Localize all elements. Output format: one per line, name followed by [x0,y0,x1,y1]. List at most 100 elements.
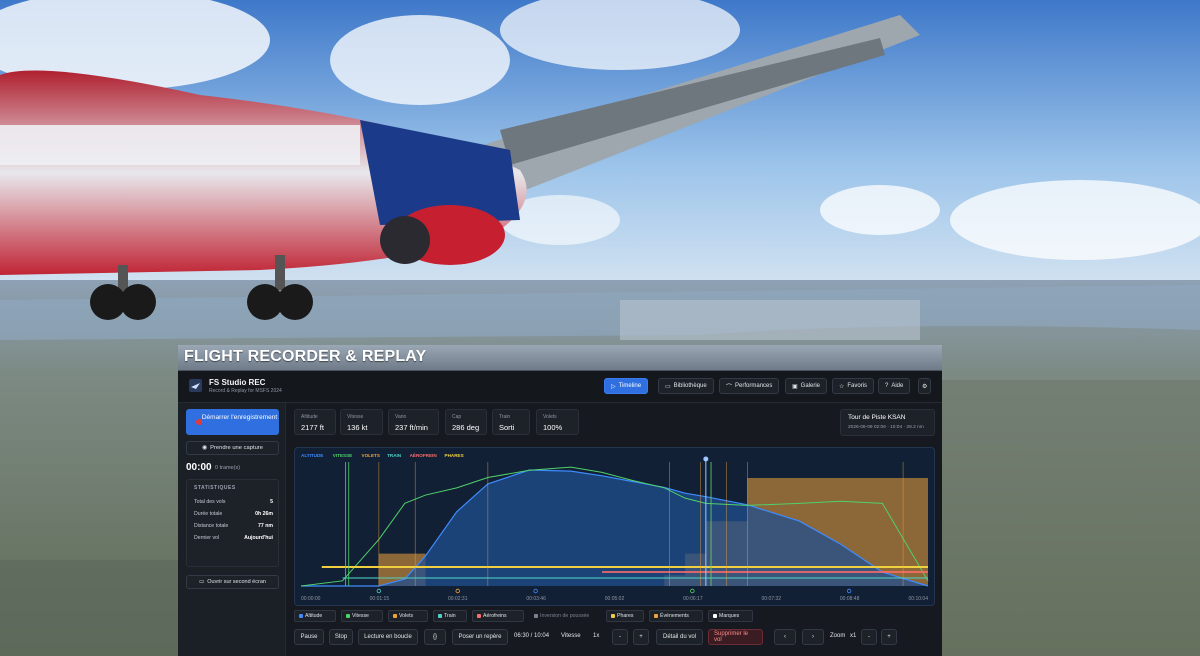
camera-icon: ◉ [202,445,208,451]
stat-value: Aujourd'hui [244,535,273,541]
legend-item: VOLETS [362,453,380,458]
minus-label: - [619,634,621,640]
legend-item: VITESSE [333,453,352,458]
title-banner: FLIGHT RECORDER & REPLAY [178,345,942,371]
playback-time: 06:30 / 10:04 [514,633,550,639]
tab-favoris[interactable]: ☆ Favoris [832,378,875,394]
flight-detail-button[interactable]: Détail du vol [656,629,703,645]
stat-value: 0h 26m [255,511,273,517]
layer-toggle[interactable]: Aérofreins [472,610,524,622]
loop-button[interactable]: Lecture en boucle [358,629,418,645]
stat-row: Dernier vol Aujourd'hui [194,535,273,541]
event-marker [690,588,695,594]
event-marker [846,588,852,594]
flight-detail-label: Détail du vol [662,634,697,640]
loop-label: Lecture en boucle [364,634,412,640]
metric-volets: Volets 100% [536,409,579,435]
stat-row: Distance totale 77 nm [194,523,273,529]
layer-label: Phares [617,613,634,619]
stat-label: Total des vols [194,499,226,505]
metric-value: 286 deg [452,423,480,432]
stats-panel: STATISTIQUES Total des vols 5 Durée tota… [186,479,279,567]
metric-vario: Vario 237 ft/min [388,409,439,435]
pause-button[interactable]: Pause [294,629,324,645]
capture-button[interactable]: ◉ Prendre une capture [186,441,279,455]
metric-value: Sorti [499,423,515,432]
zoom-minus-label: - [868,634,870,640]
prev-label: ‹ [784,634,786,640]
second-screen-label: Ouvrir sur second écran [207,579,266,585]
layer-swatch [346,614,350,618]
layer-swatch [654,614,658,618]
gear-icon: ⚙ [922,383,928,390]
code-button[interactable]: {} [424,629,446,645]
monitor-icon: ▭ [199,579,205,585]
record-dot-icon [196,419,202,425]
zoom-in-button[interactable]: + [881,629,897,645]
x-tick-label: 00:07:32 [762,596,782,602]
zoom-out-button[interactable]: - [861,629,877,645]
metric-altitude: Altitude 2177 ft [294,409,336,435]
metric-vitesse: Vitesse 136 kt [340,409,383,435]
folder-icon: ▭ [665,383,671,390]
layer-label: Vitesse [352,613,369,619]
layer-toggle[interactable]: Volets [388,610,428,622]
x-tick-label: 00:08:48 [840,596,860,602]
layer-toggle[interactable]: Phares [606,610,644,622]
previous-button[interactable]: ‹ [774,629,796,645]
next-button[interactable]: › [802,629,824,645]
metric-label: Vario [395,414,407,420]
layer-label: Aérofreins [483,613,507,619]
layer-toggle[interactable]: Vitesse [341,610,383,622]
layer-toggles: Altitude Vitesse Volets Train Aérofreins Inve… [294,610,935,622]
second-screen-button[interactable]: ▭ Ouvrir sur second écran [186,575,279,589]
flight-meta: 2026-08-09 02:06 · 10:04 · 28.2 nm [848,425,924,430]
stop-button[interactable]: Stop [329,629,353,645]
metric-label: Cap [452,414,462,420]
playback-controls: Pause Stop Lecture en boucle {} Poser un… [294,629,935,645]
layer-swatch [534,614,538,618]
tab-bibliotheque[interactable]: ▭ Bibliothèque [658,378,714,394]
settings-button[interactable]: ⚙ [918,378,932,394]
layer-swatch [299,614,303,618]
metric-cap: Cap 286 deg [445,409,487,435]
tab-galerie[interactable]: ▣ Galerie [785,378,828,394]
pause-label: Pause [300,634,318,640]
x-tick-label: 00:02:31 [448,596,468,602]
recording-timer: 00:00 [186,462,212,473]
flight-title: Tour de Piste KSAN [848,414,906,421]
delete-flight-button[interactable]: Supprimer le vol [708,629,763,645]
legend-item: AÉROFREIN [410,451,438,458]
layer-toggle[interactable]: Marques [708,610,753,622]
speed-increase-button[interactable]: + [633,629,649,645]
layer-toggle[interactable]: Altitude [294,610,336,622]
stat-label: Distance totale [194,523,229,529]
x-tick-label: 00:05:02 [605,596,625,602]
layer-toggle[interactable]: Train [433,610,467,622]
chart-icon: ⌒ [726,384,733,391]
layer-toggle[interactable]: Événements [649,610,703,622]
stat-value: 77 nm [258,523,273,529]
next-label: › [812,634,814,640]
timeline-chart[interactable]: 00:00:00 00:01:15 00:02:31 00:03:46 00:05:02… [295,448,935,606]
app-name: FS Studio REC [209,378,266,387]
tab-label: Galerie [800,383,821,389]
speed-decrease-button[interactable]: - [612,629,628,645]
layer-toggle[interactable]: Inversion de poussée [529,610,601,622]
tab-performances[interactable]: ⌒ Performances [719,378,780,394]
stop-label: Stop [334,634,348,640]
tab-timeline[interactable]: ▷ Timeline [604,378,649,394]
zoom-value: x1 [850,633,857,639]
start-recording-button[interactable]: Démarrer l'enregistrement [186,409,279,435]
layer-label: Marques [719,613,740,619]
timeline-chart-panel[interactable]: 00:00:00 00:01:15 00:02:31 00:03:46 00:05:02… [294,447,935,606]
layer-swatch [713,614,717,618]
tab-aide[interactable]: ? Aide [878,378,911,394]
layer-swatch [393,614,397,618]
tab-label: Aide [891,383,904,389]
bookmark-button[interactable]: Poser un repère [452,629,508,645]
x-tick-label: 00:06:17 [683,596,703,602]
play-icon: ▷ [611,383,616,390]
metric-label: Vitesse [347,414,364,420]
star-icon: ☆ [839,383,845,390]
